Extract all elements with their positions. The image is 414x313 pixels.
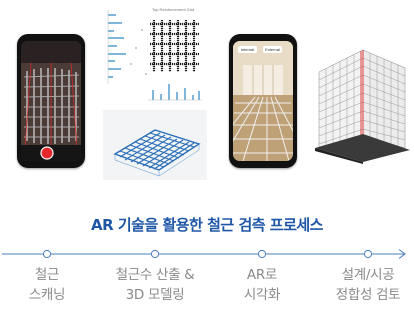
step-ar-visualization: AR로 시각화 <box>217 265 307 305</box>
ar-room-view: Internal External <box>233 41 293 161</box>
step-label-line2: 정합성 검토 <box>335 287 401 303</box>
process-timeline <box>2 249 406 259</box>
internal-button[interactable]: Internal <box>238 46 257 53</box>
step-marker <box>257 249 267 259</box>
plot-title: Top Reinforcement Grid <box>152 7 195 12</box>
step-label-line2: 시각화 <box>243 287 281 303</box>
step-rebar-scanning: 철근 스캐닝 <box>2 265 92 305</box>
external-button[interactable]: External <box>263 46 282 53</box>
record-button-icon <box>40 146 54 160</box>
scan-camera-view <box>21 41 81 161</box>
step-marker <box>363 249 373 259</box>
step-marker <box>42 249 52 259</box>
step-label-line2: 스캐닝 <box>28 287 66 303</box>
step-label-line1: 설계/시공 <box>341 267 395 283</box>
step-rebar-count-3d: 철근수 산출 & 3D 모델링 <box>110 265 200 305</box>
building-rebar-model <box>315 49 410 164</box>
step-label-line2: 3D 모델링 <box>125 287 185 303</box>
process-heading: AR 기술을 활용한 철근 검측 프로세스 <box>91 216 323 234</box>
step-design-review: 설계/시공 정합성 검토 <box>323 265 413 305</box>
step-label-line1: 철근 <box>34 267 60 283</box>
rebar-3d-model <box>103 110 207 180</box>
phone-ar-image: Internal External <box>229 34 297 168</box>
scan-point-plot <box>107 10 202 101</box>
step-marker <box>150 249 160 259</box>
step-label-line1: 철근수 산출 & <box>115 267 195 283</box>
step-label-line1: AR로 <box>246 267 278 283</box>
